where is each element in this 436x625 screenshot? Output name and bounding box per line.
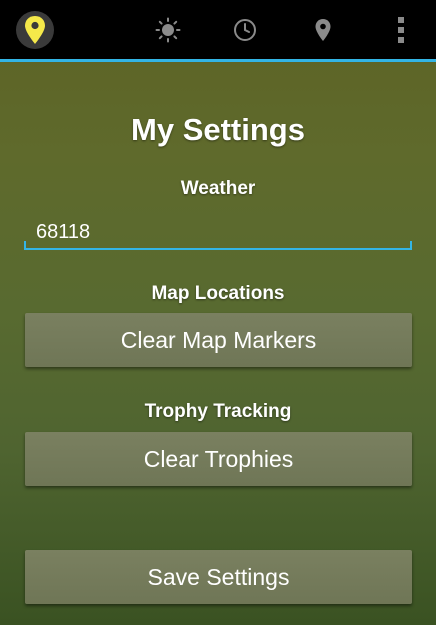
overflow-menu-icon[interactable] — [384, 0, 418, 59]
save-settings-button[interactable]: Save Settings — [25, 550, 412, 604]
zip-code-input[interactable] — [24, 212, 412, 250]
action-bar-divider — [0, 59, 436, 62]
clear-trophies-button[interactable]: Clear Trophies — [25, 432, 412, 486]
app-location-icon[interactable] — [12, 0, 58, 59]
action-bar — [0, 0, 436, 59]
weather-label: Weather — [180, 178, 256, 199]
map-locations-label: Map Locations — [151, 283, 285, 304]
clear-map-markers-button[interactable]: Clear Map Markers — [25, 313, 412, 367]
input-underline-tick — [24, 241, 26, 250]
page-title: My Settings — [131, 112, 305, 147]
trophy-tracking-label: Trophy Tracking — [144, 401, 292, 422]
sun-icon[interactable] — [148, 0, 188, 59]
clock-icon[interactable] — [225, 0, 265, 59]
input-underline-tick — [410, 241, 412, 250]
map-pin-icon[interactable] — [303, 0, 343, 59]
